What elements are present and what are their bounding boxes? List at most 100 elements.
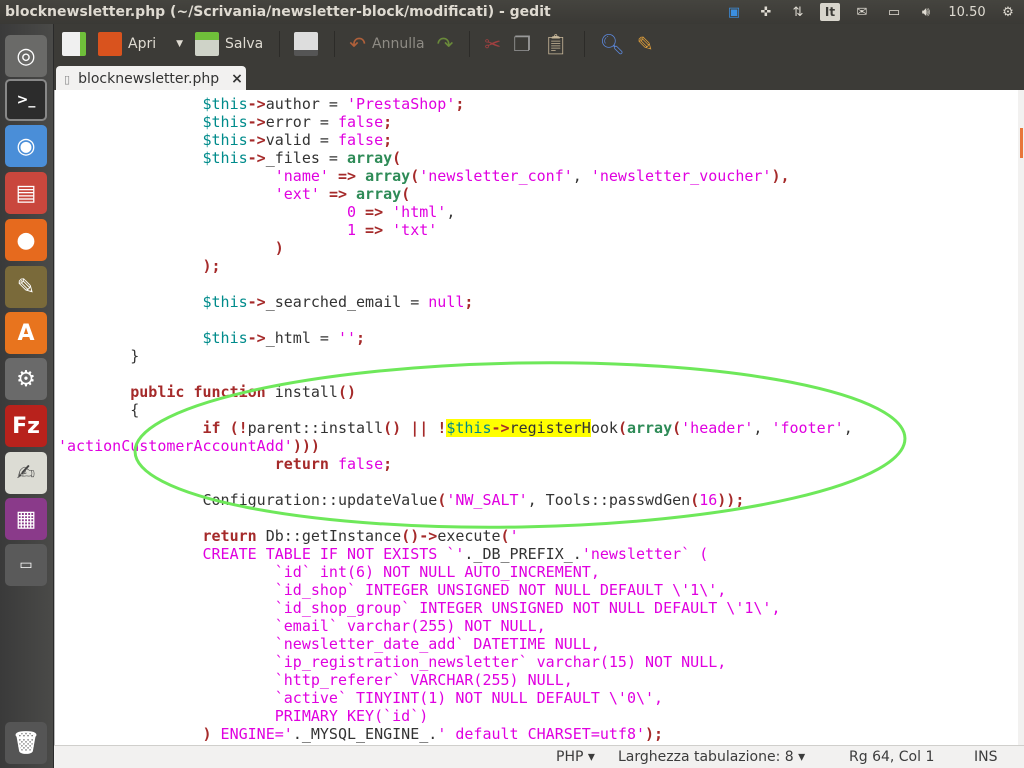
undo-button[interactable]: ↶ Annulla: [349, 32, 424, 56]
code-line[interactable]: );: [58, 257, 221, 275]
code-token: `ip_registration_newsletter` varchar(15)…: [58, 653, 727, 671]
code-line[interactable]: `http_referer` VARCHAR(255) NULL,: [58, 671, 573, 689]
code-line[interactable]: 'name' => array('newsletter_conf', 'news…: [58, 167, 790, 185]
files-icon[interactable]: ▤: [5, 172, 47, 214]
trash-icon[interactable]: 🗑︎: [5, 722, 47, 764]
code-line[interactable]: $this->author = 'PrestaShop';: [58, 95, 465, 113]
terminal-icon[interactable]: >_: [5, 79, 47, 121]
code-token: 'footer': [771, 419, 844, 437]
code-line[interactable]: `email` varchar(255) NOT NULL,: [58, 617, 546, 635]
code-token: false: [337, 455, 384, 473]
code-token: (: [410, 167, 420, 185]
close-tab-icon[interactable]: ×: [231, 71, 243, 87]
code-line[interactable]: $this->_html = '';: [58, 329, 366, 347]
code-token: 'html': [392, 203, 447, 221]
code-token: ->: [247, 95, 266, 113]
code-line[interactable]: `id_shop_group` INTEGER UNSIGNED NOT NUL…: [58, 599, 781, 617]
code-line[interactable]: return Db::getInstance()->execute(': [58, 527, 519, 545]
copy-button[interactable]: ❐: [513, 32, 531, 56]
chromium-icon[interactable]: ◉: [5, 125, 47, 167]
volume-icon[interactable]: 🔊︎: [910, 5, 942, 20]
code-editor[interactable]: $this->author = 'PrestaShop'; $this->err…: [54, 90, 1018, 745]
firefox-icon[interactable]: ●: [5, 219, 47, 261]
code-line[interactable]: ) ENGINE='._MYSQL_ENGINE_.' default CHAR…: [58, 725, 664, 743]
scrollbar[interactable]: [1018, 90, 1024, 745]
code-token: (!: [229, 419, 248, 437]
code-line[interactable]: public function install(): [58, 383, 356, 401]
code-line[interactable]: `ip_registration_newsletter` varchar(15)…: [58, 653, 727, 671]
code-line[interactable]: if (!parent::install() || !$this->regist…: [58, 419, 853, 437]
power-icon[interactable]: ⚙: [992, 5, 1024, 20]
code-line[interactable]: $this->valid = false;: [58, 131, 393, 149]
cut-button[interactable]: ✂: [484, 32, 501, 56]
dropbox-icon[interactable]: ✜: [750, 5, 782, 20]
mail-icon[interactable]: ✉: [846, 5, 878, 20]
new-button[interactable]: [62, 32, 86, 56]
code-line[interactable]: $this->_files = array(: [58, 149, 402, 167]
code-line[interactable]: 'actionCustomerAccountAdd'))): [58, 437, 320, 455]
code-line[interactable]: 1 => 'txt': [58, 221, 437, 239]
code-token: 'name': [274, 167, 329, 185]
battery-icon[interactable]: ▭: [878, 5, 910, 20]
code-line[interactable]: $this->_searched_email = null;: [58, 293, 474, 311]
code-line[interactable]: `active` TINYINT(1) NOT NULL DEFAULT \'0…: [58, 689, 663, 707]
tab-blocknewsletter[interactable]: ▯ blocknewsletter.php ×: [56, 66, 246, 92]
ubuntu-dash-icon[interactable]: ◎: [5, 35, 47, 77]
code-line[interactable]: `newsletter_date_add` DATETIME NULL,: [58, 635, 600, 653]
code-line[interactable]: 0 => 'html',: [58, 203, 455, 221]
code-token: author =: [265, 95, 347, 113]
code-token: }: [58, 347, 140, 365]
keyboard-layout-indicator[interactable]: It: [820, 3, 840, 21]
open-button[interactable]: Apri ▼: [98, 32, 183, 56]
settings-icon[interactable]: ⚙: [5, 358, 47, 400]
gimp-icon[interactable]: ✎: [5, 266, 47, 308]
save-button[interactable]: Salva: [195, 32, 263, 56]
impress-icon[interactable]: ▭: [5, 544, 47, 586]
language-selector[interactable]: PHP ▾: [556, 749, 595, 765]
code-line[interactable]: PRIMARY KEY(`id`): [58, 707, 429, 725]
clock[interactable]: 10.50: [942, 5, 992, 20]
software-center-icon[interactable]: A: [5, 312, 47, 354]
code-line[interactable]: `id_shop` INTEGER UNSIGNED NOT NULL DEFA…: [58, 581, 727, 599]
code-token: ->: [491, 419, 510, 437]
filezilla-icon[interactable]: Fz: [5, 405, 47, 447]
code-token: `id_shop` INTEGER UNSIGNED NOT NULL DEFA…: [58, 581, 727, 599]
network-icon[interactable]: ⇅: [782, 5, 814, 20]
code-token: ->: [247, 131, 266, 149]
find-button[interactable]: 🔍︎: [599, 32, 624, 56]
print-button[interactable]: [294, 32, 319, 56]
code-line[interactable]: $this->error = false;: [58, 113, 393, 131]
replace-button[interactable]: ✎: [637, 32, 654, 56]
chevron-down-icon[interactable]: ▼: [176, 39, 183, 49]
code-token: );: [202, 257, 221, 275]
code-token: ->: [247, 293, 266, 311]
tab-width-selector[interactable]: Larghezza tabulazione: 8 ▾: [618, 749, 805, 765]
workspaces-icon[interactable]: ▦: [5, 498, 47, 540]
folder-icon: [98, 32, 122, 56]
code-line[interactable]: {: [58, 401, 139, 419]
find-replace-icon: ✎: [636, 32, 654, 56]
code-line[interactable]: ): [58, 239, 284, 257]
code-line[interactable]: CREATE TABLE IF NOT EXISTS `'._DB_PREFIX…: [58, 545, 709, 563]
code-line[interactable]: 'ext' => array(: [58, 185, 410, 203]
gedit-icon[interactable]: ✍: [5, 452, 47, 494]
code-token: return: [274, 455, 329, 473]
code-line[interactable]: return false;: [58, 455, 392, 473]
code-line[interactable]: }: [58, 347, 139, 365]
scrollbar-thumb[interactable]: [1020, 128, 1023, 158]
code-token: {: [58, 401, 140, 419]
paste-button[interactable]: 📋︎: [543, 32, 568, 56]
teamviewer-icon[interactable]: ▣: [718, 5, 750, 20]
code-token: $this: [202, 113, 248, 131]
redo-button[interactable]: ↷: [437, 32, 454, 56]
code-token: =>: [337, 167, 357, 185]
code-line[interactable]: Configuration::updateValue('NW_SALT', To…: [58, 491, 745, 509]
search-icon: 🔍︎: [599, 32, 625, 56]
code-line[interactable]: `id` int(6) NOT NULL AUTO_INCREMENT,: [58, 563, 600, 581]
